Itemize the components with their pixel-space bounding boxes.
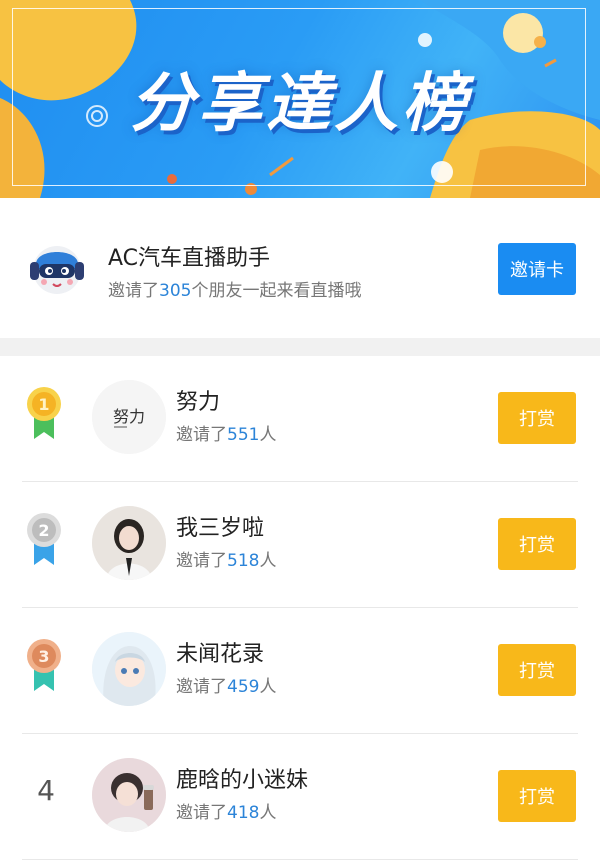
user-name: 我三岁啦 bbox=[176, 516, 265, 541]
user-invite-text: 邀请了551人 bbox=[176, 425, 277, 445]
svg-text:2: 2 bbox=[38, 521, 49, 540]
leaderboard-banner: 分享達人榜 bbox=[0, 0, 600, 198]
ranking-row-4[interactable]: 4 鹿晗的小迷妹 邀请了418人 打赏 bbox=[0, 734, 600, 860]
silver-medal-icon: 2 bbox=[24, 509, 64, 569]
ranking-list: 1 努力 努力 邀请了551人 打赏 2 我三岁啦 邀请了518人 打赏 3 未… bbox=[0, 356, 600, 860]
svg-text:1: 1 bbox=[38, 395, 49, 414]
invite-card-button[interactable]: 邀请卡 bbox=[498, 243, 576, 295]
user-invite-count: 418 bbox=[227, 803, 260, 823]
user-invite-text: 邀请了518人 bbox=[176, 551, 277, 571]
reward-button[interactable]: 打赏 bbox=[498, 770, 576, 822]
host-invite-count: 305 bbox=[159, 281, 192, 301]
reward-button[interactable]: 打赏 bbox=[498, 644, 576, 696]
user-avatar bbox=[92, 506, 166, 580]
robot-mascot-icon bbox=[30, 246, 84, 294]
ranking-row-3[interactable]: 3 未闻花录 邀请了459人 打赏 bbox=[0, 608, 600, 734]
host-avatar bbox=[26, 236, 88, 298]
user-invite-text: 邀请了418人 bbox=[176, 803, 277, 823]
user-invite-count: 518 bbox=[227, 551, 260, 571]
host-invite-text: 邀请了305个朋友一起来看直播哦 bbox=[108, 281, 362, 301]
svg-text:努力: 努力 bbox=[113, 407, 145, 426]
rank-number: 4 bbox=[37, 774, 55, 807]
host-row: AC汽车直播助手 邀请了305个朋友一起来看直播哦 邀请卡 bbox=[0, 198, 600, 338]
ranking-row-1[interactable]: 1 努力 努力 邀请了551人 打赏 bbox=[0, 356, 600, 482]
bronze-medal-icon: 3 bbox=[24, 635, 64, 695]
reward-button[interactable]: 打赏 bbox=[498, 392, 576, 444]
user-name: 未闻花录 bbox=[176, 642, 265, 667]
user-invite-count: 459 bbox=[227, 677, 260, 697]
section-divider bbox=[0, 338, 600, 356]
ranking-row-2[interactable]: 2 我三岁啦 邀请了518人 打赏 bbox=[0, 482, 600, 608]
gold-medal-icon: 1 bbox=[24, 383, 64, 443]
user-invite-text: 邀请了459人 bbox=[176, 677, 277, 697]
user-avatar bbox=[92, 632, 166, 706]
user-invite-count: 551 bbox=[227, 425, 260, 445]
user-avatar bbox=[92, 758, 166, 832]
reward-button[interactable]: 打赏 bbox=[498, 518, 576, 570]
svg-text:3: 3 bbox=[38, 647, 49, 666]
user-avatar: 努力 bbox=[92, 380, 166, 454]
user-name: 努力 bbox=[176, 390, 221, 415]
host-name: AC汽车直播助手 bbox=[108, 246, 271, 271]
user-name: 鹿晗的小迷妹 bbox=[176, 768, 309, 793]
banner-title: 分享達人榜 bbox=[130, 67, 470, 141]
